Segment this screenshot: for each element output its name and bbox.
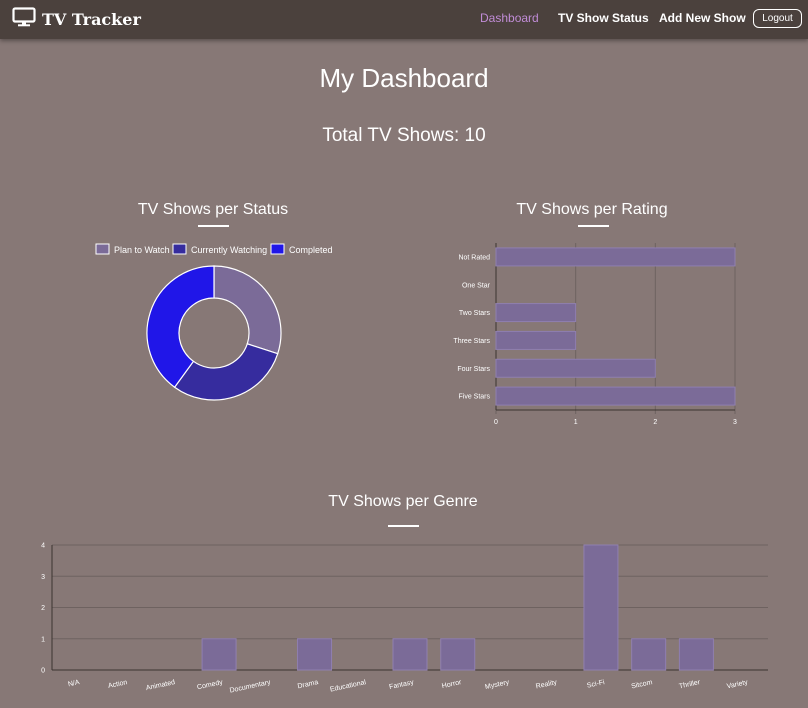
rating-category-label: Four Stars xyxy=(457,366,490,373)
genre-category-label: Drama xyxy=(297,679,319,690)
status-chart: Plan to Watch Currently Watching Completed xyxy=(95,243,333,401)
status-chart-title: TV Shows per Status xyxy=(137,201,289,218)
genre-category-label: Mystery xyxy=(484,679,510,691)
nav-link-dashboard[interactable]: Dashboard xyxy=(480,11,539,25)
tv-monitor-icon xyxy=(12,6,36,32)
genre-category-label: Sitcom xyxy=(631,679,654,690)
genre-bar-horror xyxy=(440,638,476,671)
genre-tick-label: 4 xyxy=(41,543,45,550)
rating-tick-label: 3 xyxy=(733,419,737,426)
rating-chart: 0 1 2 3 Not Rated One Star Two Stars Three Star… xyxy=(453,243,737,426)
genre-bar-thriller xyxy=(678,638,714,671)
genre-bar-fantasy xyxy=(392,638,428,671)
slice-currently-watching xyxy=(173,343,279,401)
genre-category-label: Documentary xyxy=(229,679,272,695)
rating-bar-five-stars xyxy=(495,386,736,406)
legend-label-plan-to-watch: Plan to Watch xyxy=(114,245,170,255)
genre-category-label: Horror xyxy=(441,679,463,690)
brand-name: TV Tracker xyxy=(42,9,141,29)
legend-swatch-currently-watching xyxy=(172,243,187,255)
genre-category-label: Reality xyxy=(535,679,558,690)
slice-plan-to-watch xyxy=(213,265,282,355)
brand[interactable]: TV Tracker xyxy=(12,6,141,32)
genre-bar-comedy xyxy=(201,638,237,671)
genre-category-label: Comedy xyxy=(197,679,224,691)
nav-link-tv-show-status[interactable]: TV Show Status xyxy=(558,11,649,25)
page-title: My Dashboard xyxy=(319,63,489,93)
status-title-underline xyxy=(198,225,229,227)
rating-bar-not-rated xyxy=(495,247,736,267)
rating-chart-title: TV Shows per Rating xyxy=(516,201,668,218)
genre-category-label: N/A xyxy=(67,679,80,688)
rating-category-label: Three Stars xyxy=(453,338,490,345)
genre-category-label: Sci-Fi xyxy=(586,679,605,690)
genre-category-label: Variety xyxy=(726,679,749,690)
genre-bar-drama xyxy=(297,638,333,671)
legend-swatch-completed xyxy=(270,243,285,255)
genre-category-label: Fantasy xyxy=(389,679,415,691)
nav-link-add-new-show[interactable]: Add New Show xyxy=(659,11,746,25)
rating-bar-four-stars xyxy=(495,358,656,378)
rating-title-underline xyxy=(578,225,609,227)
genre-tick-label: 0 xyxy=(41,668,45,675)
genre-tick-label: 3 xyxy=(41,574,45,581)
legend-label-currently-watching: Currently Watching xyxy=(191,245,267,255)
rating-category-label: One Star xyxy=(462,282,491,289)
rating-tick-label: 1 xyxy=(574,419,578,426)
rating-category-label: Not Rated xyxy=(458,254,490,261)
genre-tick-label: 2 xyxy=(41,605,45,612)
genre-tick-label: 1 xyxy=(41,636,45,643)
total-shows: Total TV Shows: 10 xyxy=(322,125,486,146)
genre-chart: 0 1 2 3 4 N/A Action Animated Comedy Documentary D… xyxy=(41,543,768,695)
genre-category-label: Action xyxy=(108,679,129,690)
genre-bar-sci-fi xyxy=(583,544,619,671)
rating-tick-label: 2 xyxy=(653,419,657,426)
genre-title-underline xyxy=(388,525,419,527)
genre-category-label: Thriller xyxy=(678,679,701,690)
rating-bar-three-stars xyxy=(495,330,577,350)
logout-button[interactable]: Logout xyxy=(753,9,802,28)
legend-swatch-plan-to-watch xyxy=(95,243,110,255)
rating-tick-label: 0 xyxy=(494,419,498,426)
rating-category-label: Five Stars xyxy=(458,394,490,401)
rating-category-label: Two Stars xyxy=(459,310,491,317)
genre-chart-title: TV Shows per Genre xyxy=(328,493,478,510)
genre-category-label: Animated xyxy=(145,679,175,692)
navbar: TV Tracker Dashboard TV Show Status Add … xyxy=(0,0,808,39)
genre-category-label: Educational xyxy=(329,679,367,694)
genre-bar-sitcom xyxy=(631,638,667,671)
legend-label-completed: Completed xyxy=(289,245,333,255)
rating-bar-two-stars xyxy=(495,303,577,323)
